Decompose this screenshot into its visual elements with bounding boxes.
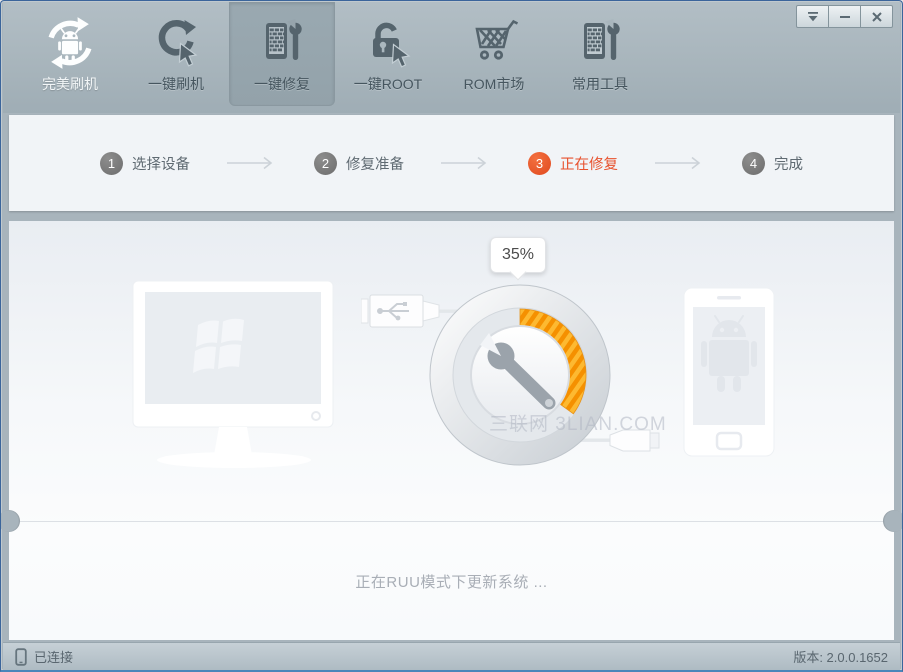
progress-percent-balloon: 35% [490,237,546,273]
common-tools-icon [584,19,620,60]
step-indicator-bar: 1 选择设备 2 修复准备 3 正在修复 4 完成 [9,115,894,211]
status-bar: 已连接 版本: 2.0.0.1652 [3,642,900,670]
step-number-badge: 2 [314,151,337,175]
android-refresh-logo-icon [48,17,92,69]
toolbar-label: ROM市场 [463,76,525,92]
connection-status: 已连接 [15,647,73,666]
repair-progress-dial [429,284,611,466]
watermark-text: 三联网 3LIAN.COM [489,414,667,435]
step-repair-prepare: 2 修复准备 [314,151,404,175]
toolbar-label: 一键刷机 [148,76,204,92]
step-number-badge: 3 [528,151,551,175]
toolbar-item-one-key-repair[interactable]: 一键修复 [229,2,335,106]
version-label: 版本: 2.0.0.1652 [793,650,888,665]
minimize-icon [839,15,850,18]
step-repairing: 3 正在修复 [528,151,618,175]
toolbar-item-app-logo[interactable]: 完美刷机 [17,2,123,106]
step-number-badge: 4 [742,151,765,175]
arrow-right-icon [441,156,487,170]
step-select-device: 1 选择设备 [100,151,190,175]
one-key-repair-icon [266,19,302,60]
status-message-area: 正在RUU模式下更新系统 ... [9,522,894,640]
app-window: 完美刷机 一键刷机 一键修复 一键ROOT ROM市场 常用工具 1 选择设备 … [0,0,903,672]
toolbar-item-one-key-flash[interactable]: 一键刷机 [123,2,229,106]
toolbar-label: 一键ROOT [353,76,423,92]
toolbar-label: 常用工具 [572,76,628,92]
chevron-down-icon [807,11,818,21]
minimize-button[interactable] [828,5,861,28]
toolbar-item-rom-market[interactable]: ROM市场 [441,2,547,106]
android-phone-icon [683,287,775,457]
main-panel: 35% 三联网 3LIAN.COM 正在RUU模式下更新系统 ... [1,221,902,640]
toolbar-item-common-tools[interactable]: 常用工具 [547,2,653,106]
one-key-root-icon [373,22,411,68]
repair-stage: 35% 三联网 3LIAN.COM [9,221,894,521]
toolbar-label: 完美刷机 [42,76,98,92]
computer-monitor-icon [132,280,334,468]
one-key-flash-icon [158,20,198,67]
skin-menu-button[interactable] [796,5,829,28]
arrow-right-icon [227,156,273,170]
close-button[interactable] [860,5,893,28]
step-number-badge: 1 [100,151,123,175]
progress-percent: 35% [501,246,535,263]
window-controls [796,5,893,28]
toolbar-label: 一键修复 [254,76,310,92]
close-icon [871,11,882,22]
step-finish: 4 完成 [742,151,803,175]
phone-connected-icon [15,647,27,666]
status-message: 正在RUU模式下更新系统 ... [355,573,548,591]
connection-status-label: 已连接 [34,650,74,665]
rom-market-cart-icon [475,19,519,60]
arrow-right-icon [655,156,701,170]
toolbar-item-one-key-root[interactable]: 一键ROOT [335,2,441,106]
main-toolbar: 完美刷机 一键刷机 一键修复 一键ROOT ROM市场 常用工具 [3,2,900,113]
